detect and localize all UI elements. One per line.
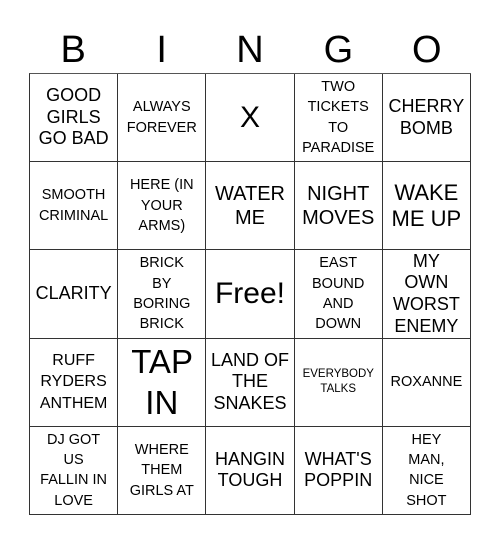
bingo-cell[interactable]: ROXANNE (382, 338, 471, 427)
bingo-cell[interactable]: HEY MAN, NICE SHOT (382, 426, 471, 515)
bingo-cell[interactable]: HANGIN TOUGH (206, 426, 295, 515)
bingo-cell[interactable]: TWO TICKETS TO PARADISE (294, 74, 383, 163)
bingo-cell[interactable]: SMOOTH CRIMINAL (30, 162, 119, 251)
bingo-cell[interactable]: GOOD GIRLS GO BAD (30, 74, 119, 163)
bingo-cell[interactable]: EVERYBODY TALKS (294, 338, 383, 427)
bingo-cell[interactable]: BRICK BY BORING BRICK (118, 250, 207, 339)
bingo-cell-marked[interactable]: X (206, 74, 295, 163)
header-letter-n: N (236, 29, 264, 71)
bingo-cell[interactable]: ALWAYS FOREVER (118, 74, 207, 163)
bingo-cell[interactable]: WAKE ME UP (382, 162, 471, 251)
bingo-header: B I N G O (29, 28, 471, 73)
header-letter-i: I (156, 29, 167, 71)
bingo-cell[interactable]: WHAT'S POPPIN (294, 426, 383, 515)
bingo-cell[interactable]: DJ GOT US FALLIN IN LOVE (30, 426, 119, 515)
header-letter-g: G (323, 29, 354, 71)
bingo-cell[interactable]: HERE (IN YOUR ARMS) (118, 162, 207, 251)
header-letter-b: B (60, 29, 86, 71)
bingo-cell[interactable]: NIGHT MOVES (294, 162, 383, 251)
bingo-card: GOOD GIRLS GO BAD ALWAYS FOREVER X TWO T… (29, 73, 471, 515)
free-space[interactable]: Free! (206, 250, 295, 339)
bingo-cell[interactable]: TAP IN (118, 338, 207, 427)
bingo-cell[interactable]: CLARITY (30, 250, 119, 339)
bingo-cell[interactable]: MY OWN WORST ENEMY (382, 250, 471, 339)
bingo-cell[interactable]: RUFF RYDERS ANTHEM (30, 338, 119, 427)
bingo-cell[interactable]: CHERRY BOMB (382, 74, 471, 163)
bingo-cell[interactable]: WHERE THEM GIRLS AT (118, 426, 207, 515)
bingo-cell[interactable]: LAND OF THE SNAKES (206, 338, 295, 427)
header-letter-o: O (412, 29, 442, 71)
bingo-cell[interactable]: EAST BOUND AND DOWN (294, 250, 383, 339)
bingo-cell[interactable]: WATER ME (206, 162, 295, 251)
